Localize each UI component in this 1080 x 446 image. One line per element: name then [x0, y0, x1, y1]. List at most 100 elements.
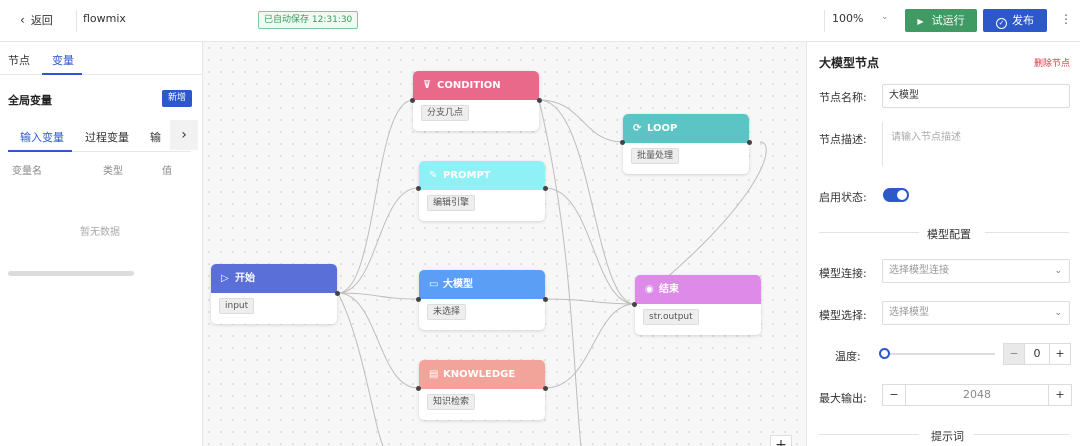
edge-start-prompt	[337, 187, 419, 294]
model-select[interactable]: 选择模型 ⌄	[882, 301, 1070, 325]
enabled-toggle[interactable]	[883, 188, 909, 202]
node-loop[interactable]: ⟳ LOOP 批量处理	[623, 114, 749, 174]
node-port-out[interactable]	[543, 297, 548, 302]
node-chip: 知识检索	[427, 394, 476, 410]
test-run-button[interactable]: ▶ 试运行	[905, 9, 977, 32]
chevron-down-icon: ⌄	[1054, 266, 1062, 276]
empty-state: 暂无数据	[80, 227, 120, 238]
tab-process-variables[interactable]: 过程变量	[85, 129, 129, 145]
add-node-button[interactable]: +	[770, 435, 792, 446]
node-port-in[interactable]	[620, 140, 625, 145]
node-chip: 未选择	[427, 304, 467, 320]
node-port-out[interactable]	[543, 186, 548, 191]
play-icon: ▷	[221, 273, 229, 284]
node-port-in[interactable]	[410, 98, 415, 103]
node-port-in[interactable]	[416, 297, 421, 302]
properties-panel: 大模型节点 删除节点 节点名称: 大模型 节点描述: 请输入节点描述 启用状态:…	[806, 42, 1080, 446]
flow-canvas[interactable]: ⊽ CONDITION 分支几点 ✎ PROMPT 编辑引擎 ▭ 大模型 未选择 ▤ K…	[203, 42, 806, 446]
node-port-in[interactable]	[416, 186, 421, 191]
node-desc-input[interactable]: 请输入节点描述	[882, 122, 1068, 166]
conn-label: 模型连接:	[819, 267, 867, 280]
tab-indicator	[8, 150, 72, 152]
max-output-input[interactable]: 2048	[905, 384, 1049, 406]
tab-output-variables[interactable]: 输	[150, 129, 161, 145]
node-port-out[interactable]	[747, 140, 752, 145]
divider	[76, 10, 77, 32]
max-output-increment-button[interactable]: +	[1048, 384, 1072, 406]
model-label: 模型选择:	[819, 309, 867, 322]
node-name-input[interactable]: 大模型	[882, 84, 1070, 108]
toggle-knob	[897, 190, 907, 200]
stop-icon: ◉	[645, 284, 654, 295]
save-status-badge: 已自动保存 12:31:30	[258, 11, 359, 29]
divider	[819, 434, 919, 435]
node-chip: str.output	[643, 309, 699, 325]
max-output-decrement-button[interactable]: −	[882, 384, 906, 406]
edge-prompt-end	[544, 187, 636, 305]
node-header: ⊽ CONDITION	[413, 71, 539, 100]
node-port-out[interactable]	[335, 291, 340, 296]
play-icon: ▶	[917, 17, 924, 26]
prompt-section-title: 提示词	[931, 430, 964, 443]
temperature-label: 温度:	[835, 350, 861, 363]
back-button[interactable]: ‹ 返回	[20, 12, 53, 28]
node-header: ▭ 大模型	[419, 270, 545, 299]
node-prompt[interactable]: ✎ PROMPT 编辑引擎	[419, 161, 545, 221]
column-header-value: 值	[162, 166, 172, 177]
tab-nodes[interactable]: 节点	[8, 52, 30, 68]
chevron-left-icon: ‹	[20, 13, 25, 27]
node-knowledge[interactable]: ▤ KNOWLEDGE 知识检索	[419, 360, 545, 420]
tab-input-variables[interactable]: 输入变量	[20, 129, 64, 145]
enabled-label: 启用状态:	[819, 191, 867, 204]
temperature-slider-thumb[interactable]	[879, 348, 890, 359]
node-header: ◉ 结束	[635, 275, 761, 304]
node-header: ⟳ LOOP	[623, 114, 749, 143]
horizontal-scrollbar[interactable]	[8, 271, 134, 276]
node-port-in[interactable]	[416, 386, 421, 391]
edge-condition-end	[538, 99, 636, 305]
loop-icon: ⟳	[633, 123, 642, 134]
divider	[824, 10, 825, 32]
model-connection-select[interactable]: 选择模型连接 ⌄	[882, 259, 1070, 283]
more-menu-icon[interactable]: ⋮	[1060, 12, 1072, 26]
temperature-value[interactable]: 0	[1024, 343, 1050, 365]
left-panel: 节点 变量 全局变量 新增 输入变量 过程变量 输 › 变量名 类型 值 暂无数…	[0, 42, 203, 446]
tab-variables[interactable]: 变量	[52, 52, 74, 68]
node-chip: input	[219, 298, 255, 314]
app-name: flowmix	[83, 12, 126, 25]
node-port-out[interactable]	[537, 98, 542, 103]
edge-condition-loop	[538, 99, 624, 143]
top-bar: ‹ 返回 flowmix 已自动保存 12:31:30 100% ⌄ ▶ 试运行 ✓…	[0, 0, 1080, 42]
column-header-name: 变量名	[12, 166, 42, 177]
chevron-right-icon[interactable]: ›	[170, 120, 198, 150]
delete-node-button[interactable]: 删除节点	[1034, 56, 1070, 69]
node-start[interactable]: ▷ 开始 input	[211, 264, 337, 324]
edge-start-knowledge	[337, 292, 419, 389]
temperature-slider-track[interactable]	[885, 353, 995, 355]
node-port-out[interactable]	[543, 386, 548, 391]
model-config-section-title: 模型配置	[927, 228, 971, 241]
filter-icon: ⊽	[423, 80, 432, 91]
divider	[819, 232, 919, 233]
column-header-type: 类型	[103, 166, 123, 177]
publish-button[interactable]: ✓ 发布	[983, 9, 1047, 32]
chat-icon: ▭	[429, 279, 439, 290]
edge-start-down	[337, 292, 384, 446]
node-llm[interactable]: ▭ 大模型 未选择	[419, 270, 545, 330]
add-variable-button[interactable]: 新增	[162, 90, 192, 107]
global-variables-title: 全局变量	[8, 94, 52, 107]
divider	[985, 232, 1069, 233]
divider	[973, 434, 1069, 435]
temperature-decrement-button[interactable]: −	[1003, 343, 1025, 365]
node-end[interactable]: ◉ 结束 str.output	[635, 275, 761, 335]
chevron-down-icon[interactable]: ⌄	[881, 12, 889, 22]
chevron-down-icon: ⌄	[1054, 308, 1062, 318]
node-port-in[interactable]	[632, 302, 637, 307]
node-chip: 分支几点	[421, 105, 470, 121]
node-header: ✎ PROMPT	[419, 161, 545, 190]
node-condition[interactable]: ⊽ CONDITION 分支几点	[413, 71, 539, 131]
check-circle-icon: ✓	[996, 18, 1007, 29]
zoom-select[interactable]: 100%	[832, 12, 863, 25]
temperature-increment-button[interactable]: +	[1049, 343, 1071, 365]
name-label: 节点名称:	[819, 91, 867, 104]
